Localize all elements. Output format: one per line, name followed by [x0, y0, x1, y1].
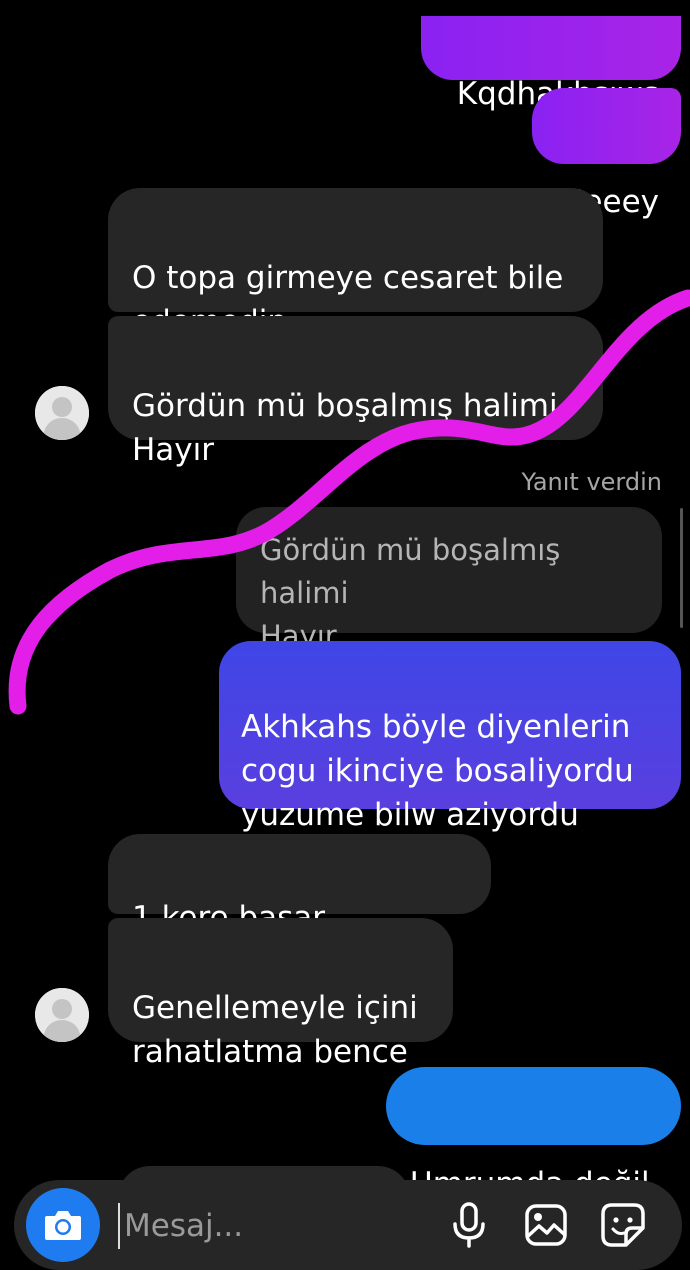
sent-message-bubble[interactable]: Neeey: [532, 88, 681, 220]
received-message-bubble[interactable]: O topa girmeye cesaret bile edemedin: [108, 188, 603, 340]
microphone-button[interactable]: [444, 1200, 494, 1250]
message-input[interactable]: [118, 1203, 424, 1249]
camera-button[interactable]: [26, 1188, 100, 1262]
scrollbar[interactable]: [680, 508, 683, 628]
reply-label: Yanıt verdin: [521, 468, 662, 496]
default-avatar-icon: [35, 988, 89, 1042]
received-message-bubble[interactable]: Gördün mü boşalmış halimi Hayır: [108, 316, 603, 468]
camera-icon: [45, 1211, 81, 1240]
contact-avatar[interactable]: [35, 988, 89, 1042]
default-avatar-icon: [35, 386, 89, 440]
sent-message-bubble[interactable]: Akhkahs böyle diyenlerin cogu ikinciye b…: [219, 641, 681, 833]
received-message-bubble[interactable]: Genellemeyle içini rahatlatma bence: [108, 918, 453, 1070]
image-icon: [525, 1204, 567, 1246]
sent-message-bubble[interactable]: Umrumda değil: [386, 1067, 681, 1202]
quoted-reply[interactable]: Gördün mü boşalmış halimi Hayır: [236, 507, 662, 653]
sticker-icon: [601, 1203, 645, 1247]
gallery-button[interactable]: [521, 1200, 571, 1250]
sticker-button[interactable]: [598, 1200, 648, 1250]
received-message-text: Genellemeyle içini rahatlatma bence: [132, 990, 418, 1070]
sent-message-text: Akhkahs böyle diyenlerin cogu ikinciye b…: [241, 709, 634, 833]
contact-avatar[interactable]: [35, 386, 89, 440]
sent-message-bubble[interactable]: Kqdhakhsıws: [421, 16, 681, 112]
received-message-bubble[interactable]: 1 kere başar eyvallah: [108, 834, 491, 980]
microphone-icon: [453, 1202, 485, 1248]
received-message-text: Gördün mü boşalmış halimi Hayır: [132, 388, 558, 468]
